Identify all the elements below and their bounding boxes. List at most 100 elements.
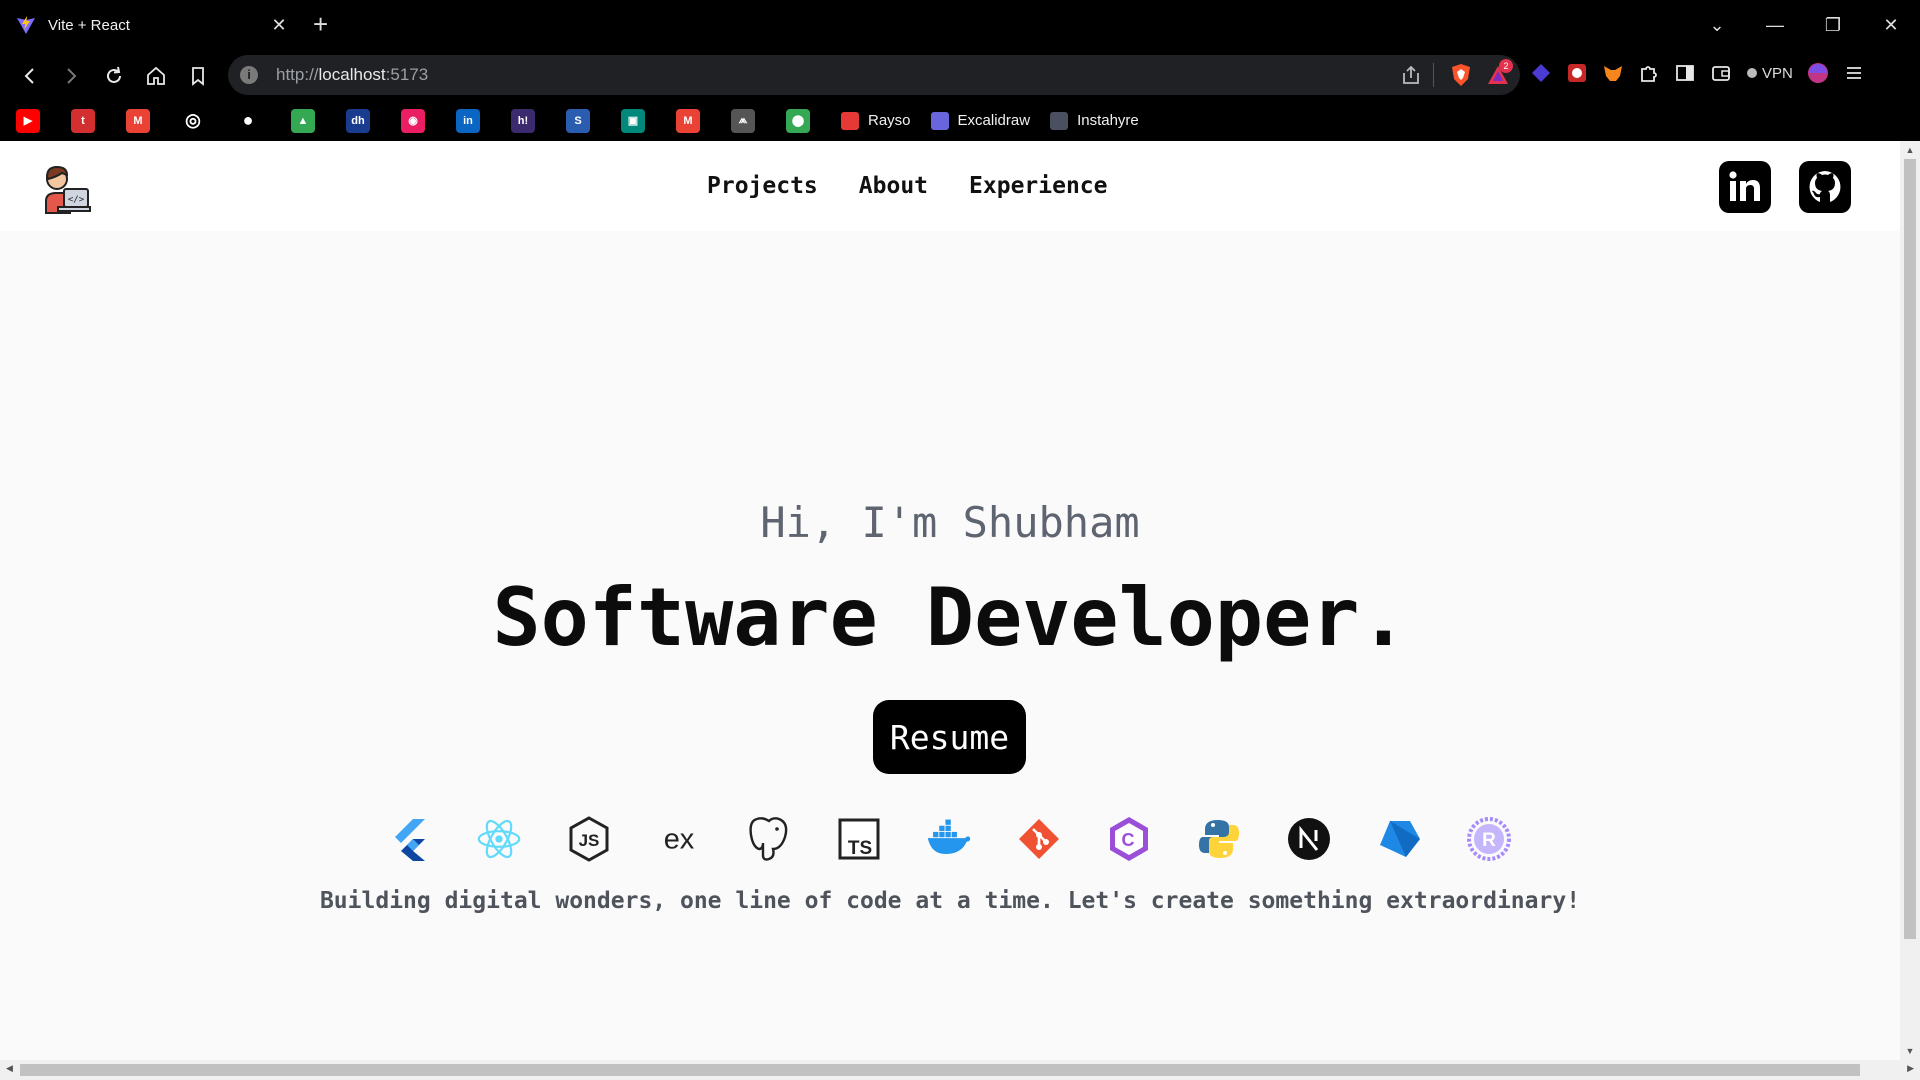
browser-tab[interactable]: Vite + React ✕	[8, 6, 298, 44]
github-icon[interactable]: ●	[236, 109, 260, 133]
bookmark-rayso[interactable]: Rayso	[841, 111, 911, 130]
horizontal-scroll-thumb[interactable]	[20, 1064, 1860, 1076]
extension-diamond-icon[interactable]	[1530, 62, 1552, 84]
site-nav: Projects About Experience	[707, 173, 1108, 199]
svg-text:R: R	[1482, 830, 1496, 851]
github-icon	[1809, 171, 1841, 202]
brave-shield-icon[interactable]	[1450, 63, 1472, 87]
google-meet-icon[interactable]: ▣	[621, 108, 645, 133]
rust-icon: R	[1466, 816, 1512, 862]
svg-text:</>: </>	[68, 195, 85, 205]
minimize-button[interactable]: —	[1746, 15, 1804, 36]
github-link[interactable]	[1799, 161, 1851, 213]
bookmarks-bar: ▶ t M ◎ ● ▲ dh ◉ in h! S ▣ M ⩕ ⬤ Rayso Excalidraw Instahy…	[0, 100, 1920, 141]
extension-red-icon[interactable]	[1566, 62, 1588, 84]
scroll-down-icon[interactable]: ▼	[1900, 1046, 1920, 1056]
extensions-puzzle-icon[interactable]	[1638, 62, 1660, 84]
resume-button[interactable]: Resume	[873, 700, 1026, 774]
bookmark-button[interactable]	[185, 63, 211, 89]
flutter-icon	[386, 816, 432, 862]
svg-text:ex: ex	[664, 823, 695, 855]
hero-tagline: Building digital wonders, one line of co…	[319, 888, 1581, 914]
express-icon: ex	[656, 816, 702, 862]
arrow-left-icon	[24, 68, 34, 84]
csharp-icon: C	[1106, 816, 1152, 862]
menu-icon[interactable]	[1843, 62, 1865, 84]
share-icon[interactable]	[1400, 64, 1422, 86]
forward-button[interactable]	[58, 63, 84, 89]
dribbble-icon[interactable]: ◉	[401, 108, 425, 133]
bookmark-label: Instahyre	[1077, 112, 1139, 129]
svg-text:TS: TS	[848, 838, 872, 859]
bookmark-icon	[192, 67, 204, 86]
metamask-icon[interactable]	[1602, 62, 1624, 84]
address-divider	[1433, 63, 1434, 87]
scroll-right-icon[interactable]: ▶	[1907, 1063, 1914, 1074]
vertical-scroll-thumb[interactable]	[1904, 159, 1916, 939]
vertical-scrollbar[interactable]: ▲ ▼	[1900, 141, 1920, 1060]
vpn-button[interactable]: VPN	[1746, 65, 1793, 82]
nodejs-icon: JS	[566, 816, 612, 862]
tab-search-button[interactable]: ⌄	[1688, 15, 1746, 36]
site-info-icon[interactable]: i	[240, 66, 258, 84]
close-window-button[interactable]: ✕	[1862, 15, 1920, 36]
youtube-icon[interactable]: ▶	[16, 108, 40, 133]
nav-about-link[interactable]: About	[859, 173, 928, 199]
dh-icon[interactable]: dh	[346, 108, 370, 133]
rewards-badge: 2	[1499, 59, 1513, 73]
svg-text:JS: JS	[579, 831, 600, 850]
nextjs-icon	[1286, 816, 1332, 862]
bookmark-instahyre[interactable]: Instahyre	[1050, 111, 1139, 130]
address-bar[interactable]: i http://localhost:5173 2	[228, 55, 1520, 95]
swift-icon[interactable]: S	[566, 108, 590, 133]
vite-icon	[17, 16, 35, 34]
git-icon	[1016, 816, 1062, 862]
hackerearth-icon[interactable]: h!	[511, 108, 535, 133]
nav-experience-link[interactable]: Experience	[969, 173, 1107, 199]
vpn-shield-icon	[1747, 68, 1757, 78]
nav-projects-link[interactable]: Projects	[707, 173, 818, 199]
google-maps-icon[interactable]: ⬤	[786, 108, 810, 133]
gmail-icon[interactable]: M	[126, 108, 150, 133]
wallet-icon[interactable]	[1710, 62, 1732, 84]
new-tab-button[interactable]: +	[313, 10, 328, 38]
url-text[interactable]: http://localhost:5173	[276, 65, 428, 85]
typescript-icon: TS	[836, 816, 882, 862]
docker-icon	[926, 816, 972, 862]
extensions-bar: VPN	[1530, 62, 1865, 84]
rayso-icon	[841, 111, 859, 130]
linkedin-icon[interactable]: in	[456, 108, 480, 133]
chatgpt-icon[interactable]: ◎	[181, 109, 205, 133]
horizontal-scrollbar[interactable]: ◀ ▶	[0, 1060, 1920, 1080]
bookmark-excalidraw[interactable]: Excalidraw	[930, 111, 1031, 130]
browser-titlebar: Vite + React ✕ + ⌄ — ❐ ✕	[0, 0, 1920, 50]
gmail-alt-icon[interactable]: M	[676, 108, 700, 133]
excalidraw-icon	[930, 111, 949, 130]
tab-close-button[interactable]: ✕	[268, 15, 290, 36]
linkedin-link[interactable]	[1719, 161, 1771, 213]
arrow-right-icon	[67, 68, 77, 84]
profile-avatar-icon[interactable]	[1807, 62, 1829, 84]
google-drive-icon[interactable]: ▲	[291, 108, 315, 133]
developer-avatar-logo[interactable]: </>	[36, 159, 92, 215]
home-button[interactable]	[143, 63, 169, 89]
site-header: </> Projects About Experience	[0, 141, 1900, 231]
brave-rewards-button[interactable]: 2	[1486, 59, 1513, 87]
home-icon	[147, 66, 165, 85]
python-icon	[1196, 816, 1242, 862]
bookmark-label: Excalidraw	[957, 112, 1031, 129]
scroll-left-icon[interactable]: ◀	[6, 1063, 13, 1074]
back-button[interactable]	[17, 63, 43, 89]
hero-title: Software Developer.	[492, 571, 1408, 664]
tab-title: Vite + React	[48, 16, 130, 34]
app-icon[interactable]: t	[71, 108, 95, 133]
aws-icon[interactable]: ⩕	[731, 108, 755, 133]
restore-button[interactable]: ❐	[1804, 15, 1862, 36]
sidebar-icon[interactable]	[1674, 62, 1696, 84]
scroll-up-icon[interactable]: ▲	[1900, 145, 1920, 155]
reload-button[interactable]	[101, 63, 127, 89]
reload-icon	[107, 66, 121, 83]
instahyre-icon	[1050, 111, 1069, 130]
window-controls: ⌄ — ❐ ✕	[1688, 0, 1920, 50]
tech-stack-row: JS ex TS C R	[386, 816, 1512, 862]
